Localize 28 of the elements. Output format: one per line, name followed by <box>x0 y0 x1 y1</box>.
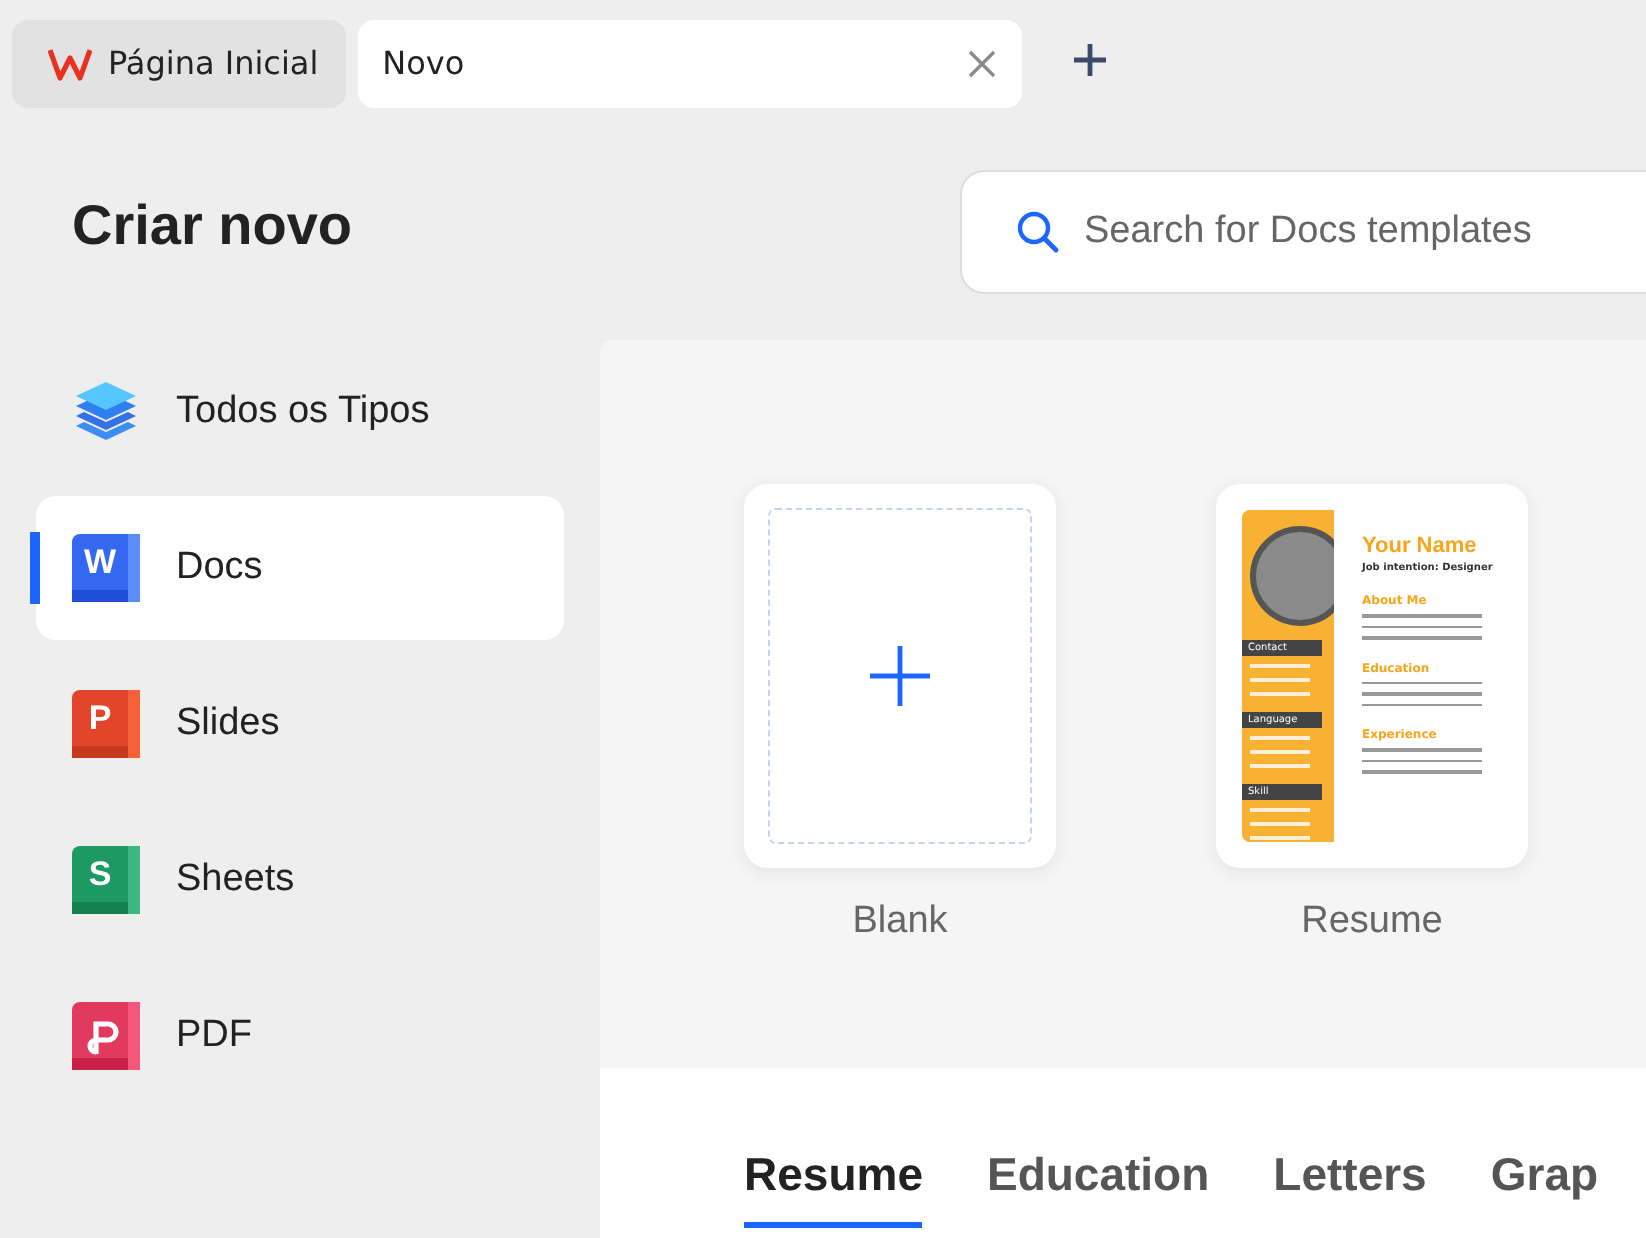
logo-icon <box>48 45 92 81</box>
close-icon <box>966 47 999 79</box>
resume-name: Your Name <box>1362 534 1479 558</box>
icon-letter: P <box>88 701 112 735</box>
search-field[interactable]: Search for Docs templates <box>960 170 1646 294</box>
sidebar-item[interactable]: S Sheets <box>36 808 564 952</box>
plus-icon <box>868 644 932 708</box>
template-label: Resume <box>1301 900 1443 944</box>
tab[interactable]: Página Inicial <box>12 19 347 107</box>
sheets-icon <box>72 846 140 914</box>
category-tab[interactable]: Education <box>986 1140 1210 1228</box>
tab[interactable]: Novo <box>358 19 1023 107</box>
sidebar-item[interactable]: W Docs <box>36 496 564 640</box>
category-tab[interactable]: Letters <box>1273 1140 1427 1228</box>
icon-letter: S <box>88 857 112 891</box>
icon-letter: W <box>83 545 117 579</box>
category-tab[interactable]: Resume <box>744 1140 923 1228</box>
category-tab[interactable]: Grap <box>1490 1140 1599 1228</box>
layers-icon <box>72 378 140 446</box>
docs-icon <box>72 534 140 602</box>
page-title: Criar novo <box>72 194 355 260</box>
template-label: Blank <box>852 900 948 944</box>
sidebar-item[interactable]: P Slides <box>36 652 564 796</box>
pdf-icon <box>72 1002 140 1070</box>
sidebar-item[interactable]: PDF <box>36 964 564 1108</box>
sidebar-item[interactable]: Todos os Tipos <box>36 340 564 484</box>
new-tab-icon[interactable] <box>1070 39 1111 79</box>
slides-icon <box>72 690 140 758</box>
